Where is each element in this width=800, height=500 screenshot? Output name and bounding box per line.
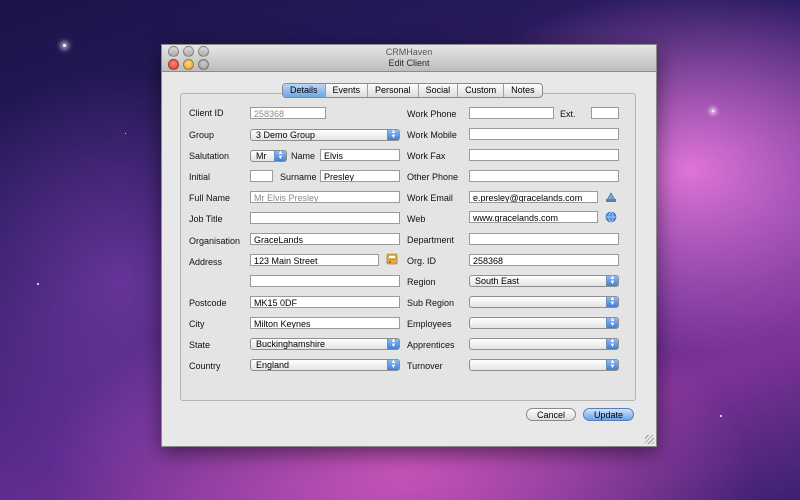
organisation-field[interactable]: GraceLands [250,233,400,245]
organisation-label: Organisation [189,236,241,246]
salutation-value: Mr [256,151,267,161]
work-email-field[interactable]: e.presley@gracelands.com [469,191,598,203]
star [37,283,39,285]
other-phone-label: Other Phone [407,172,459,182]
state-select[interactable]: Buckinghamshire ▲ ▼ [250,338,400,350]
full-name-label: Full Name [189,193,231,203]
client-id-field: 258368 [250,107,326,119]
star [63,44,66,47]
chevron-updown-icon: ▲ ▼ [606,317,618,328]
app-title: CRMHaven [385,47,433,57]
org-id-field[interactable]: 258368 [469,254,619,266]
window-titlebar[interactable]: CRMHaven Edit Client [162,45,656,72]
address-line2-field[interactable] [250,275,400,287]
initial-label: Initial [189,172,211,182]
tab-details[interactable]: Details [283,84,326,97]
work-mobile-label: Work Mobile [407,130,457,140]
chevron-updown-icon: ▲ ▼ [387,129,399,140]
chevron-updown-icon: ▲ ▼ [606,338,618,349]
tab-personal[interactable]: Personal [368,84,419,97]
update-button[interactable]: Update [583,408,634,421]
department-label: Department [407,235,455,245]
name-label: Name [291,151,316,161]
tab-custom[interactable]: Custom [458,84,505,97]
turnover-select[interactable]: ▲ ▼ [469,359,619,371]
initial-field[interactable] [250,170,273,182]
state-label: State [189,340,211,350]
chevron-updown-icon: ▲ ▼ [606,296,618,307]
work-email-label: Work Email [407,193,453,203]
chevron-updown-icon: ▲ ▼ [606,359,618,370]
employees-label: Employees [407,319,452,329]
salutation-select[interactable]: Mr ▲ ▼ [250,150,287,162]
work-phone-field[interactable] [469,107,554,119]
address-field[interactable]: 123 Main Street [250,254,379,266]
ext-field[interactable] [591,107,619,119]
web-field[interactable]: www.gracelands.com [469,211,598,223]
region-select[interactable]: South East ▲ ▼ [469,275,619,287]
mail-icon[interactable] [605,191,617,203]
postcode-label: Postcode [189,298,227,308]
tab-social[interactable]: Social [419,84,459,97]
client-id-label: Client ID [189,108,224,118]
tab-bar: Details Events Personal Social Custom No… [282,83,543,98]
surname-field[interactable]: Presley [320,170,400,182]
star [712,110,714,112]
country-label: Country [189,361,221,371]
apprentices-select[interactable]: ▲ ▼ [469,338,619,350]
region-value: South East [475,276,520,286]
org-id-label: Org. ID [407,256,437,266]
dialog-title: Edit Client [388,58,430,68]
chevron-updown-icon: ▲ ▼ [387,359,399,370]
employees-select[interactable]: ▲ ▼ [469,317,619,329]
work-fax-label: Work Fax [407,151,446,161]
job-title-label: Job Title [189,214,223,224]
address-label: Address [189,257,223,267]
full-name-field: Mr Elvis Presley [250,191,400,203]
work-mobile-field[interactable] [469,128,619,140]
group-select[interactable]: 3 Demo Group ▲ ▼ [250,129,400,141]
group-value: 3 Demo Group [256,130,316,140]
region-label: Region [407,277,436,287]
apprentices-label: Apprentices [407,340,455,350]
tab-notes[interactable]: Notes [504,84,542,97]
turnover-label: Turnover [407,361,443,371]
cancel-button[interactable]: Cancel [526,408,576,421]
edit-client-window: CRMHaven Edit Client Details Events Pers… [161,44,657,447]
work-phone-label: Work Phone [407,109,457,119]
postcode-field[interactable]: MK15 0DF [250,296,400,308]
country-value: England [256,360,290,370]
job-title-field[interactable] [250,212,400,224]
country-select[interactable]: England ▲ ▼ [250,359,400,371]
ext-label: Ext. [560,109,576,119]
department-field[interactable] [469,233,619,245]
other-phone-field[interactable] [469,170,619,182]
address-book-icon[interactable] [386,253,398,265]
chevron-updown-icon: ▲ ▼ [274,150,286,161]
star [125,133,126,134]
city-label: City [189,319,205,329]
group-label: Group [189,130,215,140]
name-field[interactable]: Elvis [320,149,400,161]
sub-region-select[interactable]: ▲ ▼ [469,296,619,308]
web-label: Web [407,214,426,224]
globe-icon[interactable] [605,211,617,223]
surname-label: Surname [280,172,317,182]
state-value: Buckinghamshire [256,339,326,349]
salutation-label: Salutation [189,151,230,161]
city-field[interactable]: Milton Keynes [250,317,400,329]
sub-region-label: Sub Region [407,298,455,308]
tab-events[interactable]: Events [326,84,369,97]
chevron-updown-icon: ▲ ▼ [387,338,399,349]
work-fax-field[interactable] [469,149,619,161]
resize-grip-icon[interactable] [645,435,654,444]
star [720,415,722,417]
chevron-updown-icon: ▲ ▼ [606,275,618,286]
